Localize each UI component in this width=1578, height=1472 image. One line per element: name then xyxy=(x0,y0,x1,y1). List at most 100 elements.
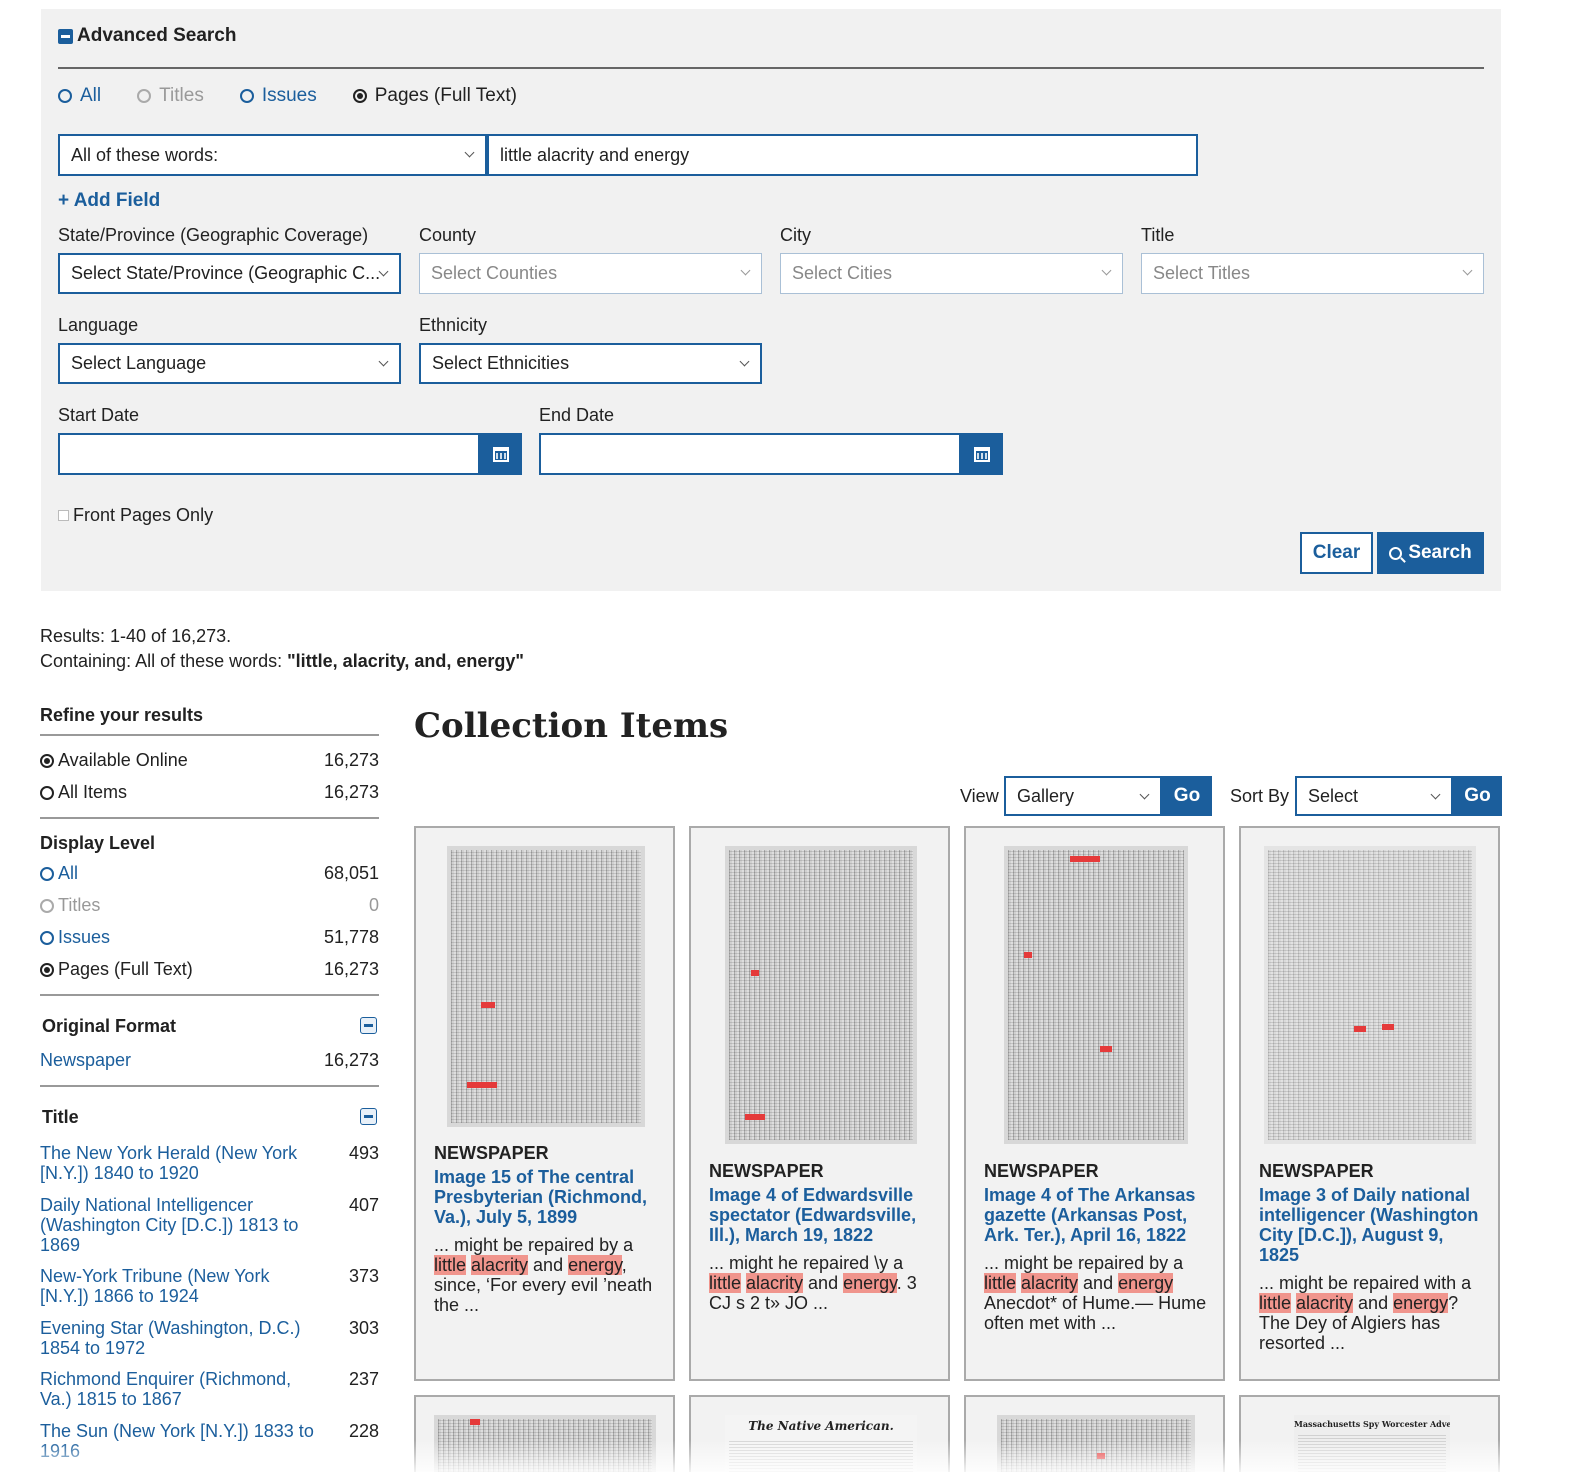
advanced-search-heading: Advanced Search xyxy=(77,25,237,46)
calendar-icon xyxy=(493,446,509,462)
view-select[interactable]: Gallery xyxy=(1004,776,1162,816)
display-level-all[interactable]: All 68,051 xyxy=(40,863,379,884)
end-date-calendar-button[interactable] xyxy=(961,433,1003,475)
title-select[interactable]: Select Titles xyxy=(1141,253,1484,294)
view-go-button[interactable]: Go xyxy=(1162,776,1212,816)
divider xyxy=(40,994,379,996)
sort-select[interactable]: Select xyxy=(1295,776,1453,816)
result-card[interactable]: NEWSPAPER Image 4 of The Arkansas gazett… xyxy=(964,826,1225,1381)
chevron-down-icon xyxy=(1139,789,1150,800)
display-level-pages[interactable]: Pages (Full Text) 16,273 xyxy=(40,959,379,980)
highlight: alacrity xyxy=(1021,1273,1079,1293)
sort-go-button[interactable]: Go xyxy=(1453,776,1502,816)
refine-heading: Refine your results xyxy=(40,705,204,725)
result-card[interactable]: NEWSPAPER Image 15 of The central Presby… xyxy=(414,826,675,1381)
end-date-label: End Date xyxy=(539,405,615,425)
front-pages-only-checkbox[interactable]: Front Pages Only xyxy=(58,505,213,526)
title-facet-item[interactable]: Daily National Intelligencer (Washington… xyxy=(40,1195,379,1255)
highlight: little xyxy=(1259,1293,1292,1313)
add-field-button[interactable]: + Add Field xyxy=(58,190,160,212)
result-card[interactable]: The Native American. xyxy=(689,1395,950,1472)
highlight: alacrity xyxy=(1296,1293,1354,1313)
calendar-icon xyxy=(974,446,990,462)
newspaper-page-thumbnail[interactable] xyxy=(434,1415,656,1472)
title-facet-item[interactable]: New-York Tribune (New York [N.Y.]) 1866 … xyxy=(40,1266,379,1306)
collection-items-heading: Collection Items xyxy=(414,706,729,746)
radio-icon xyxy=(137,89,152,103)
start-date-label: Start Date xyxy=(58,405,140,425)
item-title-link[interactable]: Image 15 of The central Presbyterian (Ri… xyxy=(434,1167,662,1227)
highlight: alacrity xyxy=(746,1273,804,1293)
display-level-issues[interactable]: Issues 51,778 xyxy=(40,927,379,948)
collapse-original-format-icon[interactable] xyxy=(360,1017,377,1034)
start-date-calendar-button[interactable] xyxy=(480,433,522,475)
item-snippet: ... might be repaired by a little alacri… xyxy=(984,1253,1207,1333)
original-format-heading: Original Format xyxy=(42,1016,177,1036)
title-facet-item[interactable]: Evening Star (Washington, D.C.) 1854 to … xyxy=(40,1318,379,1358)
query-input[interactable]: little alacrity and energy xyxy=(487,134,1198,176)
newspaper-page-thumbnail[interactable]: The Native American. xyxy=(725,1415,917,1472)
radio-icon xyxy=(40,898,54,913)
radio-icon[interactable] xyxy=(239,89,254,103)
result-card[interactable]: NEWSPAPER Image 4 of Edwardsville specta… xyxy=(689,826,950,1381)
city-select[interactable]: Select Cities xyxy=(780,253,1123,294)
radio-selected-icon[interactable] xyxy=(352,89,367,103)
filter-all-items[interactable]: All Items 16,273 xyxy=(40,782,379,803)
divider xyxy=(58,67,1484,69)
start-date-input[interactable] xyxy=(58,433,480,475)
chevron-down-icon xyxy=(1462,265,1473,276)
item-type: NEWSPAPER xyxy=(984,1161,1099,1181)
result-card[interactable]: NEWSPAPER Image 3 of Daily national inte… xyxy=(1239,826,1500,1381)
collapse-icon[interactable] xyxy=(58,28,73,44)
newspaper-page-thumbnail[interactable]: Massachusetts Spy Worcester Advertiser xyxy=(1294,1415,1450,1472)
advanced-search-panel: Advanced Search All Titles Issues Pages … xyxy=(41,9,1501,591)
item-snippet: ... might be repaired by a little alacri… xyxy=(434,1235,653,1315)
scope-issues-radio[interactable]: Issues xyxy=(239,85,317,107)
collapse-title-icon[interactable] xyxy=(360,1108,377,1125)
radio-icon[interactable] xyxy=(40,930,54,945)
county-select[interactable]: Select Counties xyxy=(419,253,762,294)
item-title-link[interactable]: Image 4 of Edwardsville spectator (Edwar… xyxy=(709,1185,937,1245)
result-card[interactable]: Massachusetts Spy Worcester Advertiser xyxy=(1239,1395,1500,1472)
checkbox-icon[interactable] xyxy=(58,510,69,521)
search-button[interactable]: Search xyxy=(1377,532,1484,574)
results-count: Results: 1-40 of 16,273. xyxy=(40,626,232,646)
radio-icon[interactable] xyxy=(40,785,54,800)
result-card[interactable] xyxy=(414,1395,675,1472)
newspaper-page-thumbnail[interactable] xyxy=(447,846,645,1127)
ethnicity-label: Ethnicity xyxy=(419,315,488,335)
radio-icon[interactable] xyxy=(40,866,54,881)
newspaper-page-thumbnail[interactable] xyxy=(725,846,917,1144)
state-select[interactable]: Select State/Province (Geographic C... xyxy=(58,253,401,294)
title-facet-heading: Title xyxy=(42,1107,79,1127)
newspaper-page-thumbnail[interactable] xyxy=(997,1415,1195,1472)
advanced-search-toggle[interactable]: Advanced Search xyxy=(58,25,236,47)
sort-label: Sort By xyxy=(1230,786,1290,806)
end-date-input[interactable] xyxy=(539,433,961,475)
state-label: State/Province (Geographic Coverage) xyxy=(58,225,369,245)
title-facet-item[interactable]: The Sun (New York [N.Y.]) 1833 to 1916 2… xyxy=(40,1421,379,1461)
language-select[interactable]: Select Language xyxy=(58,343,401,384)
display-level-titles: Titles 0 xyxy=(40,895,379,916)
result-card[interactable] xyxy=(964,1395,1225,1472)
scope-all-radio[interactable]: All xyxy=(58,85,101,107)
filter-available-online[interactable]: Available Online 16,273 xyxy=(40,750,379,771)
title-facet-item[interactable]: Richmond Enquirer (Richmond, Va.) 1815 t… xyxy=(40,1369,379,1409)
divider xyxy=(40,817,379,819)
radio-icon[interactable] xyxy=(58,89,72,103)
item-title-link[interactable]: Image 4 of The Arkansas gazette (Arkansa… xyxy=(984,1185,1212,1245)
newspaper-page-thumbnail[interactable] xyxy=(1264,846,1476,1144)
title-facet-item[interactable]: The New York Herald (New York [N.Y.]) 18… xyxy=(40,1143,379,1183)
ethnicity-select[interactable]: Select Ethnicities xyxy=(419,343,762,384)
divider xyxy=(40,734,379,736)
format-newspaper[interactable]: Newspaper 16,273 xyxy=(40,1050,379,1071)
chevron-down-icon xyxy=(740,265,751,276)
highlight: alacrity xyxy=(471,1255,529,1275)
radio-selected-icon[interactable] xyxy=(40,753,54,768)
scope-pages-radio[interactable]: Pages (Full Text) xyxy=(352,85,517,107)
clear-button[interactable]: Clear xyxy=(1300,532,1373,574)
query-mode-select[interactable]: All of these words: xyxy=(58,134,487,176)
newspaper-page-thumbnail[interactable] xyxy=(1004,846,1188,1144)
item-title-link[interactable]: Image 3 of Daily national intelligencer … xyxy=(1259,1185,1487,1265)
radio-selected-icon[interactable] xyxy=(40,962,54,977)
